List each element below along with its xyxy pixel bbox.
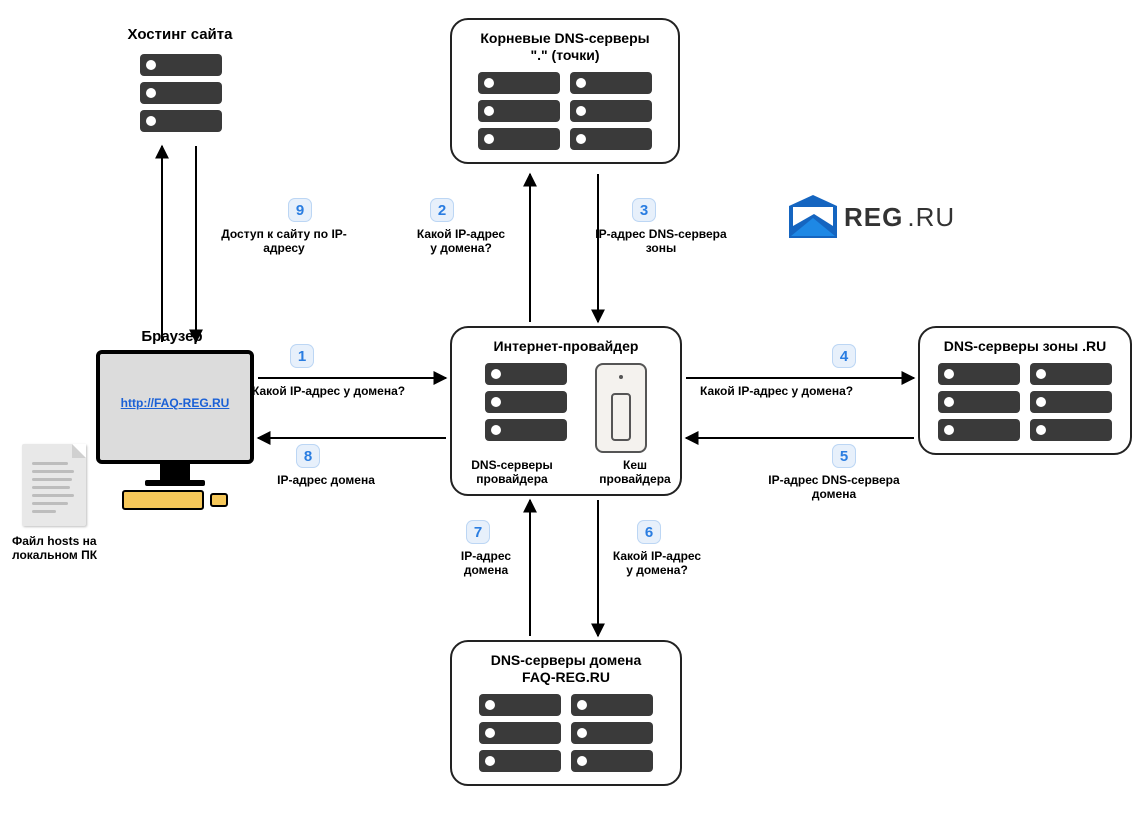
logo-tld: .RU	[907, 202, 955, 233]
server-unit-icon	[1030, 419, 1112, 441]
server-unit-icon	[140, 110, 222, 132]
domain-dns-title: DNS-серверы доменаFAQ-REG.RU	[491, 652, 642, 686]
hosts-file-caption: Файл hosts налокальном ПК	[12, 534, 116, 563]
isp-cache-icon	[595, 363, 647, 453]
hosting-title: Хостинг сайта	[100, 26, 260, 43]
server-unit-icon	[570, 128, 652, 150]
step-text-4: Какой IP-адрес у домена?	[700, 385, 910, 399]
server-unit-icon	[1030, 363, 1112, 385]
browser-url-link[interactable]: http://FAQ-REG.RU	[100, 396, 250, 410]
server-unit-icon	[938, 363, 1020, 385]
isp-dns-server-stack	[485, 363, 567, 441]
logo-brand: REG	[844, 202, 903, 233]
server-unit-icon	[478, 128, 560, 150]
isp-dns-label: DNS-серверыпровайдера	[462, 458, 562, 487]
step-text-3: IP-адрес DNS-серверазоны	[576, 228, 746, 256]
step-badge-6: 6	[637, 520, 661, 544]
server-unit-icon	[479, 694, 561, 716]
zone-ru-server-grid	[938, 363, 1112, 441]
root-dns-server-grid	[478, 72, 652, 150]
step-badge-9: 9	[288, 198, 312, 222]
step-badge-5: 5	[832, 444, 856, 468]
server-unit-icon	[485, 391, 567, 413]
server-unit-icon	[478, 72, 560, 94]
server-unit-icon	[485, 363, 567, 385]
server-unit-icon	[140, 54, 222, 76]
server-unit-icon	[570, 72, 652, 94]
server-unit-icon	[479, 722, 561, 744]
zone-ru-title: DNS-серверы зоны .RU	[944, 338, 1107, 355]
diagram-canvas: Хостинг сайта Корневые DNS-серверы"." (т…	[0, 0, 1145, 828]
step-badge-1: 1	[290, 344, 314, 368]
server-unit-icon	[571, 722, 653, 744]
step-text-7: IP-адресдомена	[426, 550, 546, 578]
monitor-icon: http://FAQ-REG.RU	[96, 350, 254, 464]
server-unit-icon	[570, 100, 652, 122]
step-badge-8: 8	[296, 444, 320, 468]
browser-title: Браузер	[112, 328, 232, 345]
server-unit-icon	[571, 694, 653, 716]
reg-ru-logo: REG.RU	[786, 192, 955, 242]
step-badge-4: 4	[832, 344, 856, 368]
step-text-1: Какой IP-адрес у домена?	[252, 385, 448, 399]
step-text-2: Какой IP-адресу домена?	[396, 228, 526, 256]
keyboard-icon	[122, 490, 204, 510]
server-unit-icon	[479, 750, 561, 772]
domain-dns-server-grid	[479, 694, 653, 772]
step-text-6: Какой IP-адресу домена?	[592, 550, 722, 578]
domain-dns-box: DNS-серверы доменаFAQ-REG.RU	[450, 640, 682, 786]
step-text-8: IP-адрес домена	[256, 474, 396, 488]
server-unit-icon	[571, 750, 653, 772]
server-unit-icon	[938, 391, 1020, 413]
browser-computer-icon: http://FAQ-REG.RU	[96, 350, 254, 510]
server-unit-icon	[485, 419, 567, 441]
step-badge-3: 3	[632, 198, 656, 222]
root-dns-title: Корневые DNS-серверы"." (точки)	[480, 30, 649, 64]
step-text-5: IP-адрес DNS-серверадомена	[744, 474, 924, 502]
root-dns-box: Корневые DNS-серверы"." (точки)	[450, 18, 680, 164]
server-unit-icon	[478, 100, 560, 122]
step-badge-7: 7	[466, 520, 490, 544]
step-badge-2: 2	[430, 198, 454, 222]
zone-ru-box: DNS-серверы зоны .RU	[918, 326, 1132, 455]
hosting-server-stack	[140, 54, 222, 132]
server-unit-icon	[140, 82, 222, 104]
isp-title: Интернет-провайдер	[494, 338, 639, 355]
isp-cache-label: Кешпровайдера	[592, 458, 678, 487]
hosts-file-icon	[22, 444, 86, 526]
server-unit-icon	[1030, 391, 1112, 413]
step-text-9: Доступ к сайту по IP-адресу	[196, 228, 372, 256]
mouse-icon	[210, 493, 228, 507]
envelope-icon	[786, 192, 840, 242]
server-unit-icon	[938, 419, 1020, 441]
